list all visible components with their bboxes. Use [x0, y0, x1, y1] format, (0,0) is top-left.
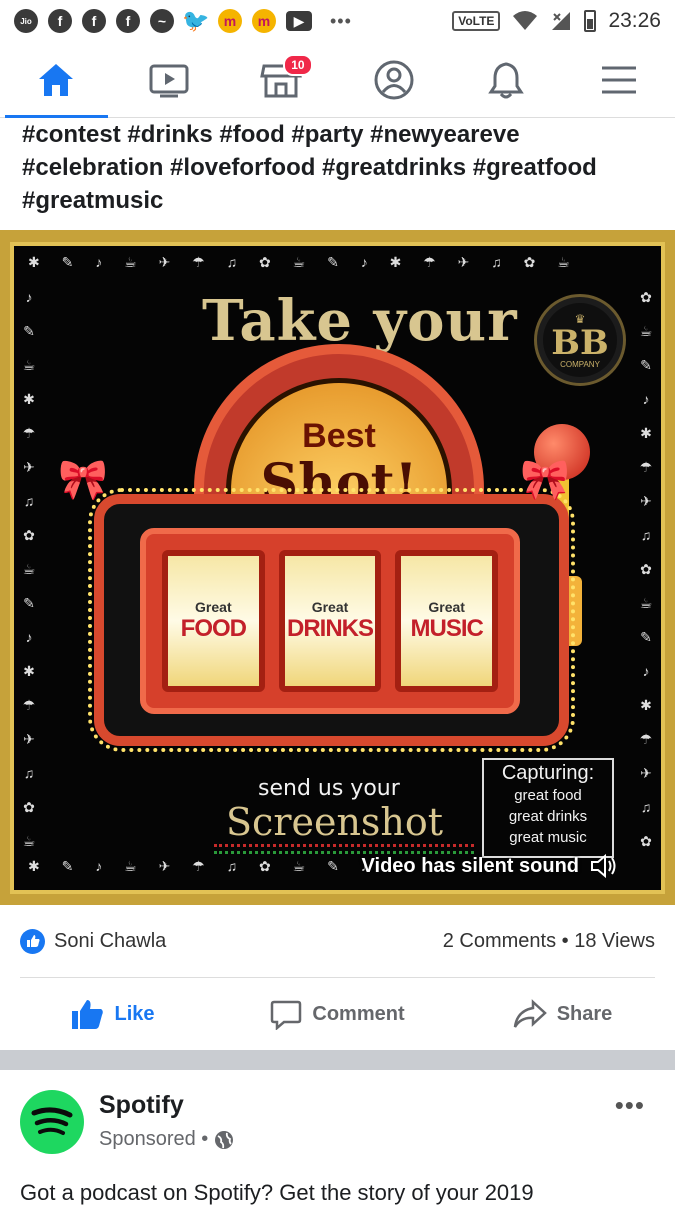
twitter-icon: 🐦 [184, 9, 208, 33]
status-bar: Jio f f f ~ 🐦 m m ▶ ••• VoLTE 23:26 [0, 0, 675, 42]
post-caption: #contest #drinks #food #party #newyearev… [22, 118, 657, 217]
dome-text-best: Best [231, 417, 447, 456]
screenshot-text: Screenshot [226, 800, 443, 844]
sponsored-label: Sponsored • [99, 1128, 234, 1151]
facebook-icon: f [116, 9, 140, 33]
post-video[interactable]: ✱ ✎ ♪ ☕ ✈ ☂ ♫ ✿ ☕ ✎ ♪ ✱ ☂ ✈ ♫ ✿ ☕ ✱ ✎ ♪ … [0, 230, 675, 905]
video-frame: ✱ ✎ ♪ ☕ ✈ ☂ ♫ ✿ ☕ ✎ ♪ ✱ ☂ ✈ ♫ ✿ ☕ ✱ ✎ ♪ … [10, 242, 665, 894]
sponsored-text: Got a podcast on Spotify? Get the story … [20, 1180, 534, 1206]
top-nav: 10 [0, 42, 675, 118]
post-meta: Soni Chawla 2 Comments • 18 Views [20, 926, 655, 956]
youtube-icon: ▶ [286, 11, 312, 31]
comments-views-count[interactable]: 2 Comments • 18 Views [443, 930, 655, 953]
slot-machine: Great FOOD Great DRINKS Great MUSIC [140, 528, 520, 714]
brewing-company-logo: ♛ BB COMPANY [534, 294, 626, 386]
facebook-icon: f [48, 9, 72, 33]
post-options-more-icon[interactable]: ••• [615, 1090, 645, 1121]
share-button[interactable]: Share [450, 984, 675, 1044]
tab-marketplace[interactable]: 10 [225, 42, 338, 117]
messenger-icon: ~ [150, 9, 174, 33]
reel-drinks: Great DRINKS [279, 550, 382, 692]
like-reaction-icon [20, 929, 45, 954]
home-icon [36, 61, 76, 99]
jio-icon: Jio [14, 9, 38, 33]
spotify-avatar[interactable] [20, 1090, 84, 1154]
reel-food: Great FOOD [162, 550, 265, 692]
tab-watch[interactable] [113, 42, 226, 117]
tab-notifications[interactable] [450, 42, 563, 117]
tab-home[interactable] [0, 42, 113, 117]
m-icon: m [252, 9, 276, 33]
tab-profile[interactable] [338, 42, 451, 117]
profile-icon [373, 59, 415, 101]
tab-menu[interactable] [563, 42, 675, 117]
reel-music: Great MUSIC [395, 550, 498, 692]
post-actions: Like Comment Share [0, 984, 675, 1044]
thumbs-up-icon [70, 998, 104, 1030]
volte-indicator: VoLTE [452, 11, 500, 31]
advertiser-name[interactable]: Spotify [99, 1091, 184, 1120]
m-icon: m [218, 9, 242, 33]
menu-hamburger-icon [600, 64, 638, 96]
doodle-border-top: ✱ ✎ ♪ ☕ ✈ ☂ ♫ ✿ ☕ ✎ ♪ ✱ ☂ ✈ ♫ ✿ ☕ [28, 254, 579, 271]
feed-separator [0, 1050, 675, 1070]
bell-icon [487, 60, 525, 100]
spotify-logo-icon [30, 1105, 74, 1139]
video-headline: Take your [202, 288, 518, 354]
christmas-bow-icon: 🎀 [520, 456, 570, 503]
signal-icon [550, 10, 572, 32]
divider [20, 977, 655, 978]
comment-button[interactable]: Comment [225, 984, 450, 1044]
like-button[interactable]: Like [0, 984, 225, 1044]
marketplace-badge: 10 [283, 54, 312, 76]
doodle-border-right: ✿☕✎♪✱☂✈♫✿☕✎♪✱☂✈♫✿ [637, 280, 655, 858]
overflow-notifications: ••• [330, 11, 352, 32]
capturing-box: Capturing: great food great drinks great… [482, 758, 614, 858]
watch-video-icon [148, 62, 190, 98]
comment-bubble-icon [270, 998, 302, 1030]
speaker-icon[interactable] [589, 852, 619, 880]
doodle-border-left: ♪✎☕✱☂✈♫✿☕✎♪✱☂✈♫✿☕ [20, 280, 38, 858]
christmas-bow-icon: 🎀 [58, 456, 108, 503]
reactor-name[interactable]: Soni Chawla [54, 930, 166, 953]
silent-sound-label: Video has silent sound [362, 855, 579, 878]
send-us-your-text: send us your [258, 776, 400, 801]
slot-machine-marquee: Great FOOD Great DRINKS Great MUSIC [94, 494, 569, 746]
facebook-icon: f [82, 9, 106, 33]
clock: 23:26 [608, 9, 661, 33]
doodle-border-bottom: ✱ ✎ ♪ ☕ ✈ ☂ ♫ ✿ ☕ ✎ ♪ [28, 858, 377, 875]
silent-sound-indicator[interactable]: Video has silent sound [362, 852, 619, 880]
share-arrow-icon [513, 999, 547, 1029]
globe-icon [214, 1130, 234, 1150]
battery-icon [584, 10, 596, 32]
wifi-icon [512, 10, 538, 32]
